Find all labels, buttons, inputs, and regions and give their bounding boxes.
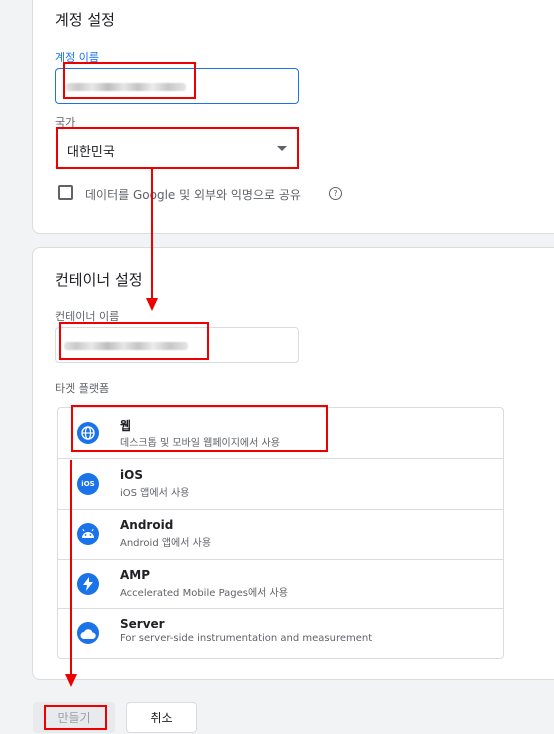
cancel-button[interactable]: 취소 <box>126 702 197 733</box>
ios-icon: iOS <box>77 473 99 495</box>
platform-item-amp[interactable]: AMP Accelerated Mobile Pages에서 사용 <box>58 559 503 609</box>
container-name-label: 컨테이너 이름 <box>55 310 120 323</box>
platform-title: Server <box>120 617 165 631</box>
platform-item-web[interactable]: 웹 데스크톱 및 모바일 웹페이지에서 사용 <box>58 408 503 458</box>
country-select-value: 대한민국 <box>67 145 115 160</box>
container-name-redacted <box>64 342 188 350</box>
platform-desc: Accelerated Mobile Pages에서 사용 <box>120 588 288 599</box>
help-icon[interactable]: ? <box>329 187 342 200</box>
country-label: 국가 <box>55 116 76 129</box>
platform-item-ios[interactable]: iOS iOS iOS 앱에서 사용 <box>58 459 503 509</box>
platform-title: AMP <box>120 568 151 582</box>
annotation-arrow-head <box>65 674 77 687</box>
platform-item-android[interactable]: Android Android 앱에서 사용 <box>58 509 503 559</box>
create-button[interactable]: 만들기 <box>33 702 115 733</box>
platform-title: 웹 <box>120 419 132 433</box>
cloud-icon <box>77 622 99 644</box>
share-data-label: 데이터를 Google 및 외부와 익명으로 공유 <box>85 188 301 202</box>
platform-desc: For server-side instrumentation and meas… <box>120 633 373 644</box>
platform-title: iOS <box>120 468 143 482</box>
target-platform-label: 타겟 플랫폼 <box>55 382 110 395</box>
account-name-redacted <box>66 83 186 91</box>
platform-title: Android <box>120 518 174 532</box>
container-settings-title: 컨테이너 설정 <box>55 271 143 289</box>
container-name-input[interactable] <box>55 327 299 363</box>
annotation-arrow-line <box>70 460 72 675</box>
country-select[interactable]: 대한민국 <box>55 130 299 168</box>
annotation-arrow-head <box>146 298 158 311</box>
account-name-input[interactable] <box>55 68 299 104</box>
platform-desc: iOS 앱에서 사용 <box>120 488 190 499</box>
globe-icon <box>77 422 99 444</box>
account-settings-title: 계정 설정 <box>55 11 115 29</box>
platform-desc: 데스크톱 및 모바일 웹페이지에서 사용 <box>120 438 280 449</box>
platform-item-server[interactable]: Server For server-side instrumentation a… <box>58 608 503 658</box>
annotation-arrow-line <box>151 169 153 299</box>
lightning-icon <box>77 573 99 595</box>
chevron-down-icon <box>277 146 287 151</box>
platform-desc: Android 앱에서 사용 <box>120 538 212 549</box>
android-icon <box>77 523 99 545</box>
platform-list: 웹 데스크톱 및 모바일 웹페이지에서 사용 iOS iOS iOS 앱에서 사… <box>57 407 504 659</box>
share-data-checkbox[interactable] <box>58 185 73 200</box>
account-name-label: 계정 이름 <box>55 51 99 64</box>
